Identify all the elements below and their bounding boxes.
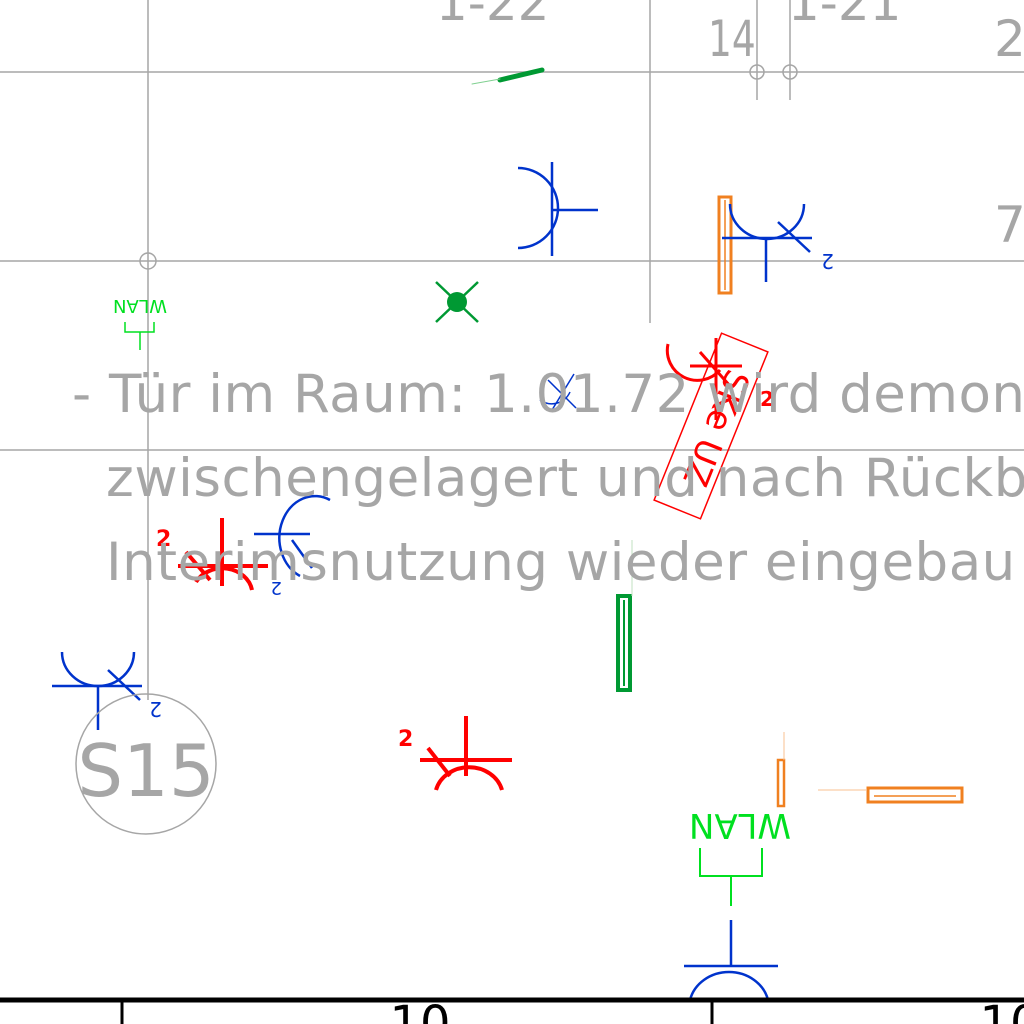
orange-wall-element-icon <box>717 195 733 295</box>
blue-double-socket-icon <box>722 203 812 282</box>
orange-wall-element-icon <box>776 732 786 808</box>
note-line-3: Interimsnutzung wieder eingebau <box>106 532 1016 593</box>
green-ceiling-light-icon <box>435 281 479 323</box>
room-label-1-22: 1-22 <box>436 0 549 32</box>
blue-socket-icon <box>684 920 778 1001</box>
room-label-edge-top: 2. <box>994 10 1024 68</box>
grid-label-14: 14 <box>708 11 756 69</box>
room-label-1-21: 1-21 <box>788 0 901 32</box>
red-index-label: 2 <box>398 727 413 752</box>
section-marker-label: S15 <box>77 729 214 813</box>
wlan-access-point-small-icon <box>124 322 155 350</box>
dimension-label-left: 10 <box>389 996 450 1024</box>
dimension-label-right: 10 <box>979 996 1024 1024</box>
wlan-access-point-icon <box>699 848 763 906</box>
note-line-2: zwischengelagert und nach Rückb <box>106 448 1024 509</box>
wlan-label-small: WLAN <box>113 295 167 316</box>
room-label-edge-mid: 7. <box>994 196 1024 254</box>
grid-lines <box>0 0 1024 700</box>
section-marker: S15 <box>75 693 217 835</box>
red-socket-icon <box>420 716 512 791</box>
blue-index-label: 2 <box>821 249 834 273</box>
blue-socket-icon <box>517 162 598 256</box>
note-line-1: - Tür im Raum: 1.01.72 wird demon <box>72 364 1024 425</box>
blue-double-socket-icon <box>52 651 142 730</box>
blue-index-label: 2 <box>149 697 162 721</box>
orange-window-element-icon <box>818 786 964 804</box>
wlan-label-large: WLAN <box>689 805 791 845</box>
dimension-line <box>0 997 1024 1024</box>
floor-plan-canvas: 1-22 1-21 14 2. 7. 2 WLAN <box>0 0 1024 1024</box>
green-wall-light-icon <box>616 594 632 692</box>
